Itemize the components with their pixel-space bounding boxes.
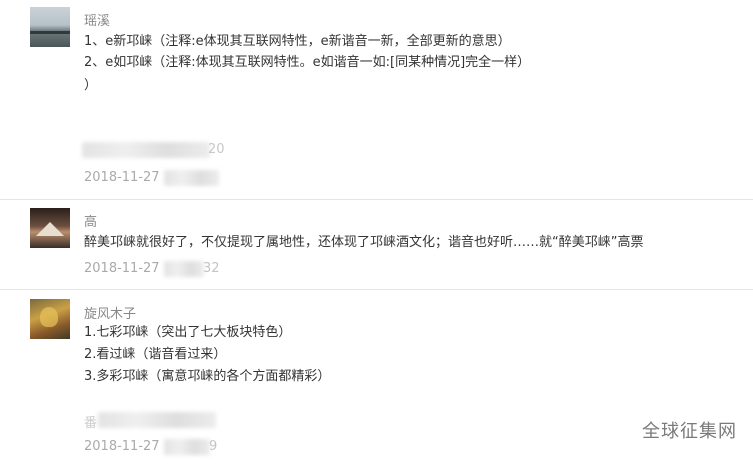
watermark-logo: 全球征集网 (642, 421, 737, 442)
comment-text-line: 2、e如邛崃（注释:体现其互联网特性。e如谐音一如:[同某种情况]完全一样） (84, 55, 531, 70)
blurred-time (164, 439, 210, 455)
comment-username[interactable]: 旋风木子 (84, 303, 136, 322)
avatar[interactable] (30, 208, 70, 248)
blurred-contact-head: 番 (84, 416, 98, 431)
blurred-contact-tail: 20 (208, 142, 225, 157)
comment-date: 2018-11-27 (84, 261, 160, 276)
comment-username[interactable]: 高 (84, 211, 97, 230)
avatar[interactable] (30, 7, 70, 47)
comment-text-line: ） (84, 78, 98, 93)
comment-username[interactable]: 瑶溪 (84, 10, 110, 29)
comment-text-line: 3.多彩邛崃（寓意邛崃的各个方面都精彩） (84, 369, 331, 384)
comment-item: 旋风木子 1.七彩邛崃（突出了七大板块特色） 2.看过崃（谐音看过来） 3.多彩… (0, 290, 753, 467)
comment-text-line: 2.看过崃（谐音看过来） (84, 347, 227, 362)
comment-item: 瑶溪 1、e新邛崃（注释:e体现其互联网特性，e新谐音一新，全部更新的意思） 2… (0, 0, 753, 199)
blurred-time-tail: 32 (203, 261, 220, 276)
comment-date: 2018-11-27 (84, 170, 160, 185)
comment-date: 2018-11-27 (84, 439, 160, 454)
blurred-time-tail: 9 (209, 439, 218, 454)
avatar[interactable] (30, 299, 70, 339)
comment-text-line: 1.七彩邛崃（突出了七大板块特色） (84, 325, 292, 340)
comment-item: 高 醉美邛崃就很好了，不仅提现了属地性，还体现了邛崃酒文化；谐音也好听……就“醉… (0, 200, 753, 289)
comment-text-line: 醉美邛崃就很好了，不仅提现了属地性，还体现了邛崃酒文化；谐音也好听……就“醉美邛… (84, 235, 644, 250)
blurred-time (164, 261, 204, 277)
comment-text-line: 1、e新邛崃（注释:e体现其互联网特性，e新谐音一新，全部更新的意思） (84, 34, 511, 49)
blurred-contact (98, 412, 216, 428)
blurred-time (164, 170, 219, 186)
blurred-contact (82, 142, 210, 158)
